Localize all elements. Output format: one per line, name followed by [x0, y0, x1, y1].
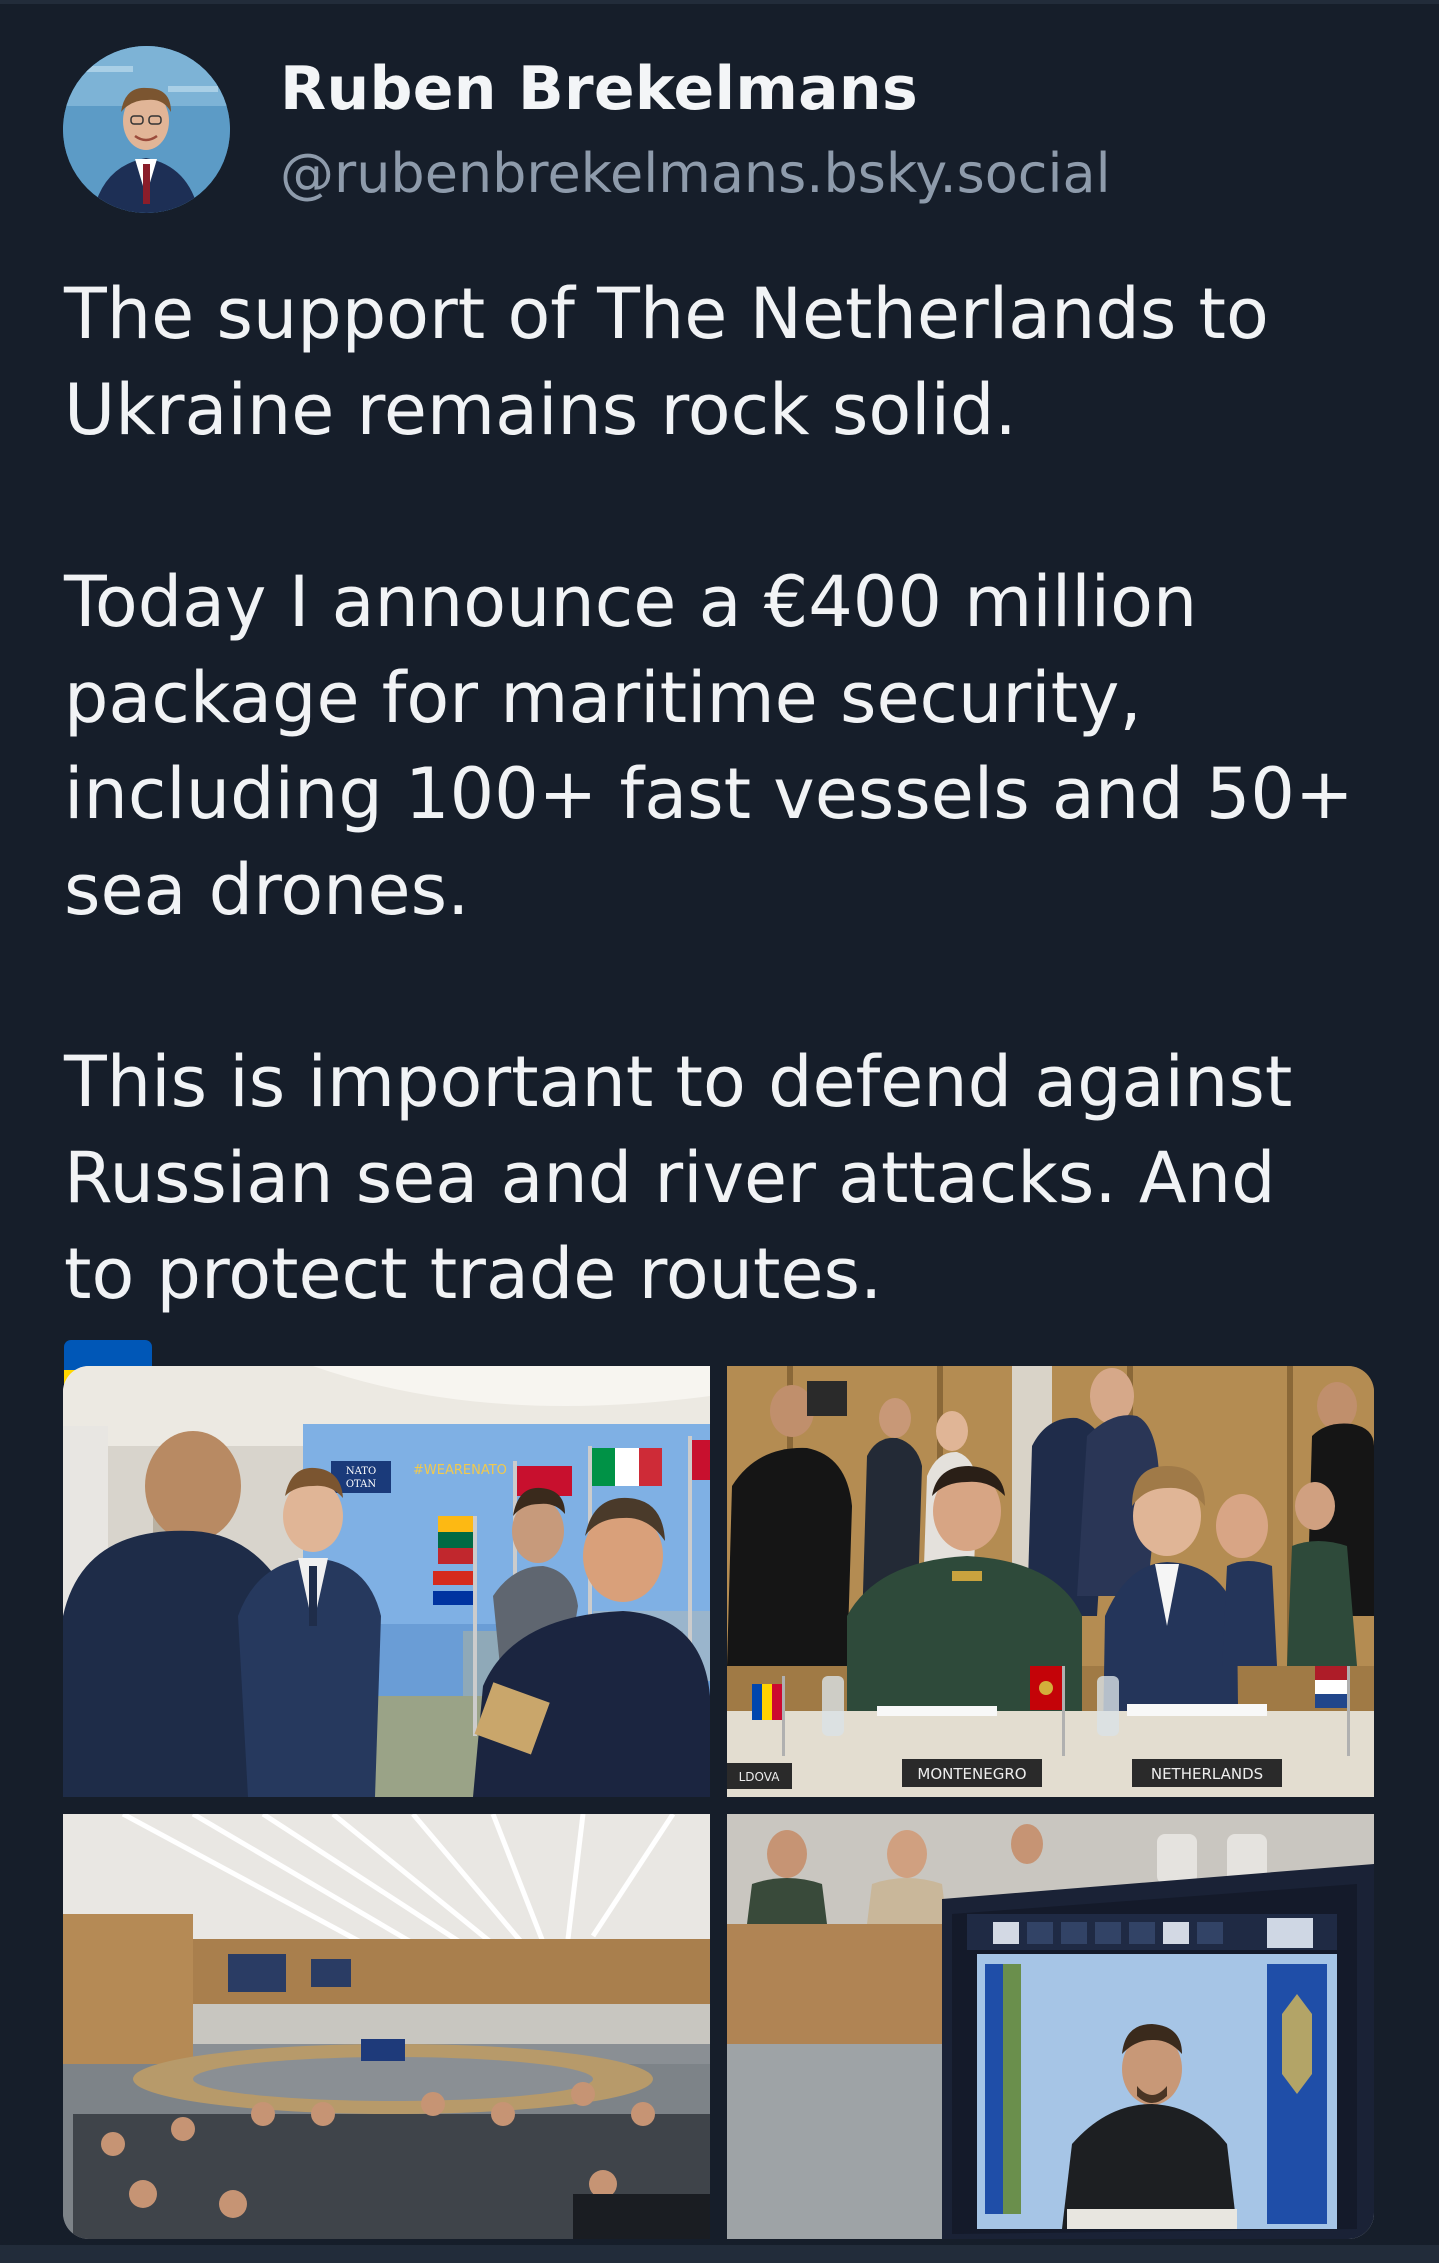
nato-logo-text: NATO	[346, 1466, 376, 1477]
post-line: Today I announce a €400 million	[64, 561, 1198, 643]
post-text: The support of The Netherlands to Ukrain…	[64, 266, 1394, 1418]
post-line: package for maritime security,	[64, 657, 1142, 739]
post-line: Russian sea and river attacks. And	[64, 1137, 1276, 1219]
author-handle[interactable]: @rubenbrekelmans.bsky.social	[280, 142, 1111, 205]
avatar-image	[63, 46, 230, 213]
post-line: This is important to defend against	[64, 1041, 1293, 1123]
post-line: to protect trade routes.	[64, 1233, 883, 1315]
image-grid: NATO OTAN #WEARENATO LDOVA MONTENEGRO NE…	[63, 1366, 1374, 2239]
wearenato-text: #WEARENATO	[413, 1463, 507, 1478]
nato-logo-text: OTAN	[346, 1479, 377, 1490]
photo-conference-room[interactable]	[63, 1814, 710, 2239]
post-line-last: to protect trade routes.	[64, 1226, 1394, 1322]
avatar[interactable]	[63, 46, 230, 213]
photo-nato-backdrop[interactable]: NATO OTAN #WEARENATO	[63, 1366, 710, 1797]
top-divider	[0, 0, 1439, 4]
bottom-divider	[0, 2245, 1439, 2263]
netherlands-flag-icon	[905, 1244, 993, 1304]
post-line: including 100+ fast vessels and 50+	[64, 753, 1354, 835]
post-line: sea drones.	[64, 849, 470, 931]
post-line: The support of The Netherlands to	[64, 273, 1269, 355]
nameplate-text: NETHERLANDS	[1151, 1765, 1263, 1783]
photo-video-call[interactable]	[727, 1814, 1374, 2239]
post-line: Ukraine remains rock solid.	[64, 369, 1017, 451]
photo-meeting-table[interactable]: LDOVA MONTENEGRO NETHERLANDS	[727, 1366, 1374, 1797]
author-display-name[interactable]: Ruben Brekelmans	[280, 54, 918, 124]
post-line-gap	[64, 458, 1394, 554]
nameplate-text: MONTENEGRO	[917, 1765, 1026, 1783]
nameplate-text: LDOVA	[739, 1770, 781, 1784]
post-line-gap	[64, 938, 1394, 1034]
